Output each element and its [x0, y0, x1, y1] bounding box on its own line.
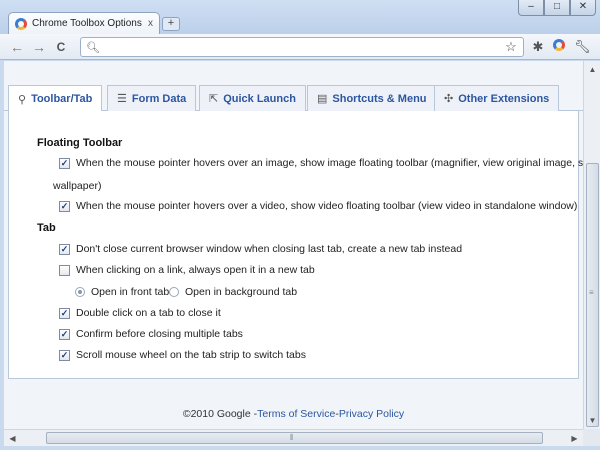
copyright-text: ©2010 Google -	[182, 408, 258, 420]
scroll-down-icon[interactable]: ▼	[584, 412, 600, 429]
browser-tab[interactable]: Chrome Toolbox Options x	[8, 12, 160, 34]
scrollbar-corner	[583, 429, 600, 446]
window-controls: – □ ✕	[518, 0, 596, 16]
tab-label: Toolbar/Tab	[31, 93, 93, 105]
scroll-switch-label: Scroll mouse wheel on the tab strip to s…	[76, 349, 306, 361]
grip-icon: ⦀	[290, 433, 294, 442]
wrench-icon[interactable]: 🔧︎	[574, 39, 591, 55]
window-titlebar: Chrome Toolbox Options x + – □ ✕	[0, 0, 600, 34]
double-click-label: Double click on a tab to close it	[76, 307, 221, 319]
terms-link[interactable]: Terms of Service	[257, 408, 335, 420]
maximize-button[interactable]: □	[544, 0, 570, 16]
double-click-checkbox[interactable]: ✓	[59, 307, 70, 319]
image-toolbar-option[interactable]: ✓ When the mouse pointer hovers over an …	[59, 157, 592, 169]
toolbox-icon[interactable]	[551, 39, 567, 55]
tab-toolbar-tab[interactable]: ⚲ Toolbar/Tab	[8, 85, 103, 112]
confirm-close-checkbox[interactable]: ✓	[59, 328, 70, 340]
extension-icon[interactable]: ✱	[530, 39, 546, 55]
front-tab-label: Open in front tab	[91, 286, 170, 298]
privacy-link[interactable]: Privacy Policy	[339, 408, 404, 420]
options-tabstrip: ⚲ Toolbar/Tab ☰ Form Data ⇱ Quick Launch…	[4, 83, 583, 112]
minimize-button[interactable]: –	[518, 0, 544, 16]
puzzle-icon: ✣	[444, 93, 454, 105]
star-icon[interactable]: ☆	[503, 39, 519, 55]
tab-other-extensions[interactable]: ✣ Other Extensions	[434, 85, 560, 111]
vertical-scroll-thumb[interactable]: ≡	[586, 163, 599, 427]
confirm-close-label: Confirm before closing multiple tabs	[76, 328, 243, 340]
tab-title: Chrome Toolbox Options	[32, 18, 142, 29]
video-toolbar-checkbox[interactable]: ✓	[59, 200, 70, 212]
open-new-tab-option[interactable]: When clicking on a link, always open it …	[59, 264, 315, 276]
tab-form-data[interactable]: ☰ Form Data	[107, 85, 197, 111]
confirm-close-option[interactable]: ✓ Confirm before closing multiple tabs	[59, 328, 243, 340]
background-tab-radio[interactable]	[169, 287, 179, 297]
tab-heading: Tab	[37, 222, 56, 234]
scroll-up-icon[interactable]: ▲	[584, 61, 600, 78]
dont-close-checkbox[interactable]: ✓	[59, 243, 70, 255]
close-window-button[interactable]: ✕	[570, 0, 596, 16]
scroll-switch-option[interactable]: ✓ Scroll mouse wheel on the tab strip to…	[59, 349, 306, 361]
open-front-tab-option[interactable]: Open in front tab	[75, 286, 169, 298]
tab-quick-launch[interactable]: ⇱ Quick Launch	[199, 85, 306, 111]
browser-toolbar: ← → C 🔍︎ ☆ ✱ 🔧︎	[0, 34, 600, 60]
scroll-left-icon[interactable]: ◀	[4, 430, 21, 447]
open-new-tab-checkbox[interactable]	[59, 264, 70, 276]
tab-shortcuts-menu[interactable]: ▤ Shortcuts & Menu	[307, 85, 437, 111]
floating-toolbar-heading: Floating Toolbar	[37, 137, 123, 149]
tab-label: Form Data	[131, 92, 187, 105]
new-tab-button[interactable]: +	[162, 17, 180, 31]
video-toolbar-label: When the mouse pointer hovers over a vid…	[76, 200, 578, 212]
scroll-switch-checkbox[interactable]: ✓	[59, 349, 70, 361]
video-toolbar-option[interactable]: ✓ When the mouse pointer hovers over a v…	[59, 200, 577, 212]
toolbar-tab-panel: Floating Toolbar ✓ When the mouse pointe…	[8, 111, 592, 379]
tab-label: Other Extensions	[458, 92, 550, 105]
back-button[interactable]: ←	[8, 38, 26, 56]
image-toolbar-label: When the mouse pointer hovers over an im…	[76, 157, 592, 169]
front-tab-radio[interactable]	[75, 287, 85, 297]
horizontal-scroll-thumb[interactable]: ⦀	[46, 432, 543, 444]
page-footer: ©2010 Google - Terms of Service - Privac…	[4, 399, 583, 429]
forward-button[interactable]: →	[30, 38, 48, 56]
menu-icon: ▤	[317, 93, 328, 105]
dont-close-label: Don't close current browser window when …	[76, 243, 463, 255]
options-page: ⚲ Toolbar/Tab ☰ Form Data ⇱ Quick Launch…	[4, 61, 592, 429]
toolbox-favicon-icon	[15, 17, 27, 30]
address-bar[interactable]: 🔍︎	[80, 37, 524, 57]
scroll-right-icon[interactable]: ▶	[566, 430, 583, 447]
search-icon: 🔍︎	[86, 42, 100, 54]
launch-icon: ⇱	[209, 93, 219, 105]
image-toolbar-label-cont: wallpaper)	[53, 180, 102, 192]
image-toolbar-checkbox[interactable]: ✓	[59, 157, 70, 169]
reload-button[interactable]: C	[52, 38, 70, 56]
grip-icon: ≡	[589, 288, 594, 297]
dont-close-option[interactable]: ✓ Don't close current browser window whe…	[59, 243, 462, 255]
pin-icon: ⚲	[18, 93, 27, 106]
horizontal-scrollbar[interactable]: ◀ ⦀ ▶	[4, 429, 583, 446]
vertical-scrollbar[interactable]: ▲ ≡ ▼	[583, 61, 600, 429]
list-icon: ☰	[117, 93, 127, 105]
tab-close-icon[interactable]: x	[148, 18, 153, 29]
open-background-tab-option[interactable]: Open in background tab	[169, 286, 297, 298]
background-tab-label: Open in background tab	[185, 286, 298, 298]
tab-label: Shortcuts & Menu	[332, 92, 427, 105]
double-click-option[interactable]: ✓ Double click on a tab to close it	[59, 307, 221, 319]
open-new-tab-label: When clicking on a link, always open it …	[76, 264, 315, 276]
tab-label: Quick Launch	[223, 92, 296, 105]
